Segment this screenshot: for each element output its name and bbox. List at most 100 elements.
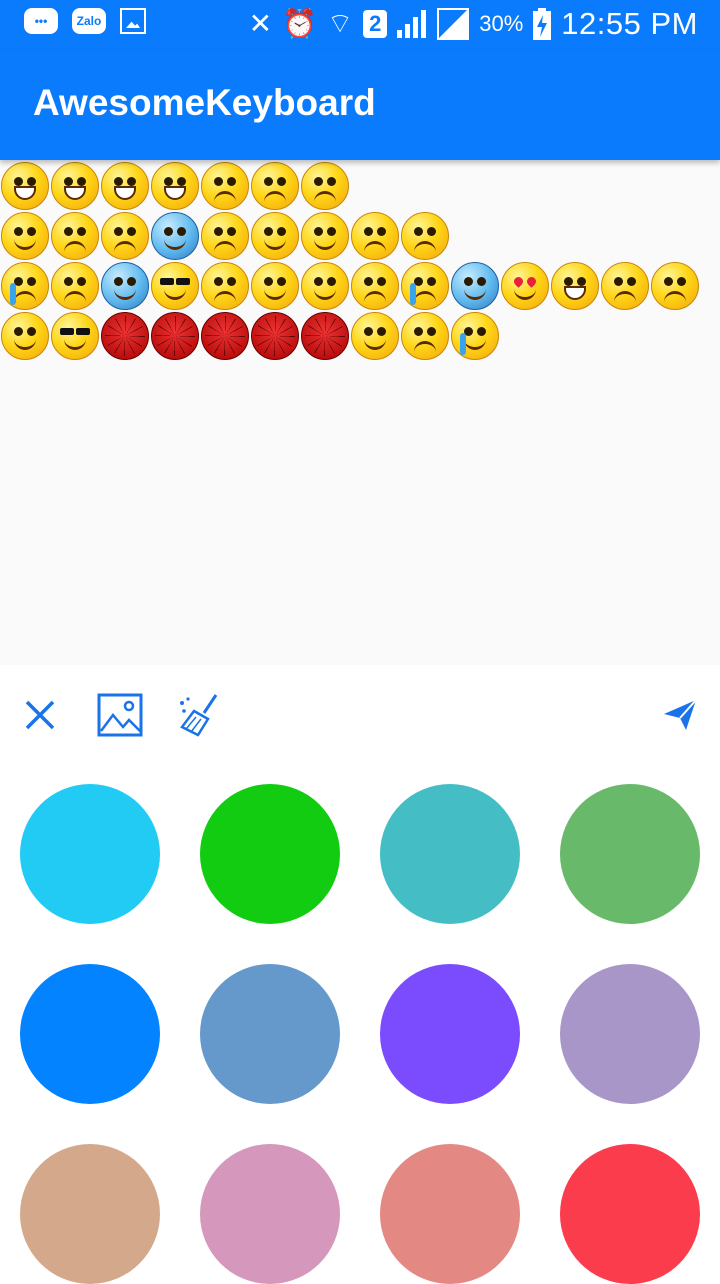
emoji-mouth	[114, 186, 136, 200]
emoji-eye	[214, 227, 223, 236]
emoji-eye	[77, 277, 86, 286]
emoji-mouth	[564, 286, 586, 300]
app-title: AwesomeKeyboard	[33, 82, 376, 123]
color-swatch[interactable]	[560, 1144, 700, 1284]
emoji-eye	[64, 177, 73, 186]
color-swatch[interactable]	[20, 1144, 160, 1284]
signal-empty-icon	[437, 8, 470, 40]
drool-emoji-icon	[301, 262, 349, 310]
zalo-label: Zalo	[76, 14, 102, 28]
color-swatch[interactable]	[20, 784, 160, 924]
emoji-eye	[177, 227, 186, 236]
emoji-eye	[364, 277, 373, 286]
emoji-eye	[314, 277, 323, 286]
emoji-eye	[176, 278, 190, 285]
emoji-eye	[60, 328, 74, 335]
emoji-eye	[364, 327, 373, 336]
emoji-mouth	[664, 291, 686, 303]
zalo-icon: Zalo	[72, 8, 106, 34]
emoji-eye	[327, 227, 336, 236]
emoji-mouth	[364, 338, 386, 350]
grin-emoji-icon	[551, 262, 599, 310]
emoji-mouth	[314, 191, 336, 203]
color-swatch[interactable]	[380, 1144, 520, 1284]
emoji-eye	[377, 277, 386, 286]
emoji-mouth	[14, 186, 36, 200]
emoji-eye	[227, 177, 236, 186]
emoji-mouth	[364, 241, 386, 253]
emoji-mouth	[114, 288, 136, 300]
emoji-eye	[164, 177, 173, 186]
emoji-mouth	[64, 186, 86, 200]
emoji-eye	[27, 177, 36, 186]
grin-emoji-icon	[151, 162, 199, 210]
spider-emoji-icon	[251, 312, 299, 360]
sim-2-icon: 2	[363, 10, 388, 38]
emoji-eye	[14, 227, 23, 236]
status-right-icons: ✕ ⏰ ⌔ 2 30% 12:55 PM	[249, 6, 698, 42]
color-swatch[interactable]	[20, 964, 160, 1104]
emoji-eye	[277, 177, 286, 186]
emoji-mouth	[264, 288, 286, 300]
kiss-emoji-icon	[351, 312, 399, 360]
emoji-mouth	[464, 288, 486, 300]
emoji-mouth	[314, 238, 336, 250]
keyboard-toolbar	[0, 665, 720, 765]
grin-emoji-icon	[1, 162, 49, 210]
emoji-mouth	[364, 291, 386, 303]
emoji-eye	[14, 277, 23, 286]
emoji-eye	[114, 177, 123, 186]
message-content-area[interactable]	[0, 160, 720, 665]
emoji-mouth	[14, 291, 36, 303]
emoji-text	[0, 162, 720, 362]
emoji-eye	[127, 277, 136, 286]
emoji-eye	[477, 277, 486, 286]
emoji-eye	[64, 227, 73, 236]
angry-emoji-icon	[51, 212, 99, 260]
emoji-eye	[414, 327, 423, 336]
smirk-emoji-icon	[1, 312, 49, 360]
color-swatch[interactable]	[200, 1144, 340, 1284]
emoji-eye	[377, 327, 386, 336]
frown-emoji-icon	[601, 262, 649, 310]
emoji-eye	[427, 327, 436, 336]
emoji-eye	[577, 277, 586, 286]
emoji-row	[0, 262, 720, 312]
emoji-eye	[27, 327, 36, 336]
close-button[interactable]	[15, 690, 65, 740]
emoji-eye	[427, 277, 436, 286]
clear-button[interactable]	[175, 690, 225, 740]
frown-emoji-icon	[201, 262, 249, 310]
battery-percent: 30%	[479, 11, 524, 36]
emoji-eye	[377, 227, 386, 236]
cool-emoji-icon	[51, 312, 99, 360]
emoji-eye	[664, 277, 673, 286]
broom-icon	[180, 694, 218, 737]
emoji-mouth	[464, 338, 486, 350]
emoji-eye	[427, 227, 436, 236]
color-swatch[interactable]	[200, 964, 340, 1104]
color-swatch[interactable]	[560, 784, 700, 924]
cool-emoji-icon	[151, 262, 199, 310]
emoji-eye	[314, 177, 323, 186]
insert-image-button[interactable]	[95, 690, 145, 740]
emoji-eye	[464, 277, 473, 286]
send-button[interactable]	[655, 690, 705, 740]
color-swatch[interactable]	[380, 964, 520, 1104]
frown-emoji-icon	[201, 212, 249, 260]
emoji-eye	[614, 277, 623, 286]
close-icon	[25, 700, 55, 730]
frown-emoji-icon	[401, 212, 449, 260]
color-swatch[interactable]	[380, 784, 520, 924]
status-bar: ••• Zalo ✕ ⏰ ⌔ 2 30% 12:55 PM	[0, 0, 720, 50]
emoji-eye	[76, 328, 90, 335]
emoji-eye	[327, 177, 336, 186]
color-swatch[interactable]	[560, 964, 700, 1104]
emoji-row	[0, 212, 720, 262]
frown-emoji-icon	[351, 212, 399, 260]
cold-emoji-icon	[101, 262, 149, 310]
tear-emoji-icon	[451, 312, 499, 360]
color-swatch[interactable]	[200, 784, 340, 924]
cry-emoji-icon	[1, 262, 49, 310]
emoji-mouth	[264, 191, 286, 203]
